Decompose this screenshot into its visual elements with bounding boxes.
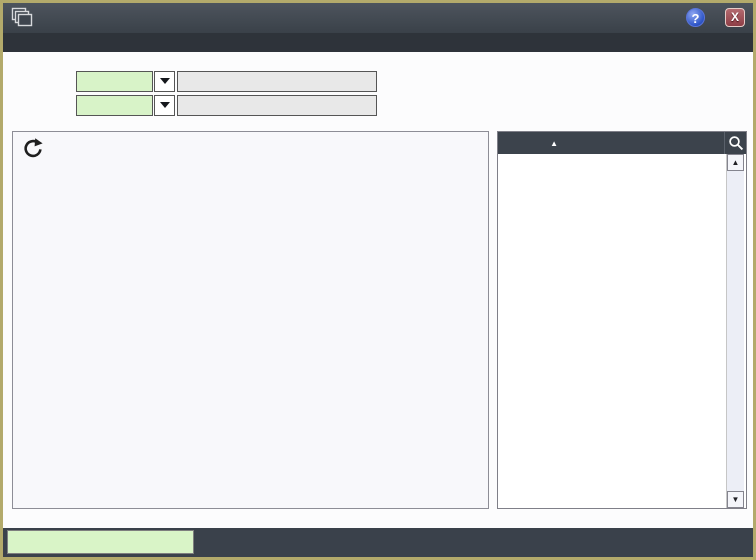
column-header-from-date[interactable] bbox=[562, 132, 632, 154]
scroll-down-icon[interactable]: ▼ bbox=[727, 491, 744, 508]
column-header-value[interactable] bbox=[632, 132, 724, 154]
table-body: ▲ ▼ bbox=[498, 154, 746, 508]
search-icon[interactable] bbox=[724, 132, 746, 154]
titlebar: ? X bbox=[3, 3, 753, 33]
dcp-factor-window: ? X ▲ bbox=[0, 0, 756, 560]
column-header-week[interactable]: ▲ bbox=[498, 132, 562, 154]
refresh-icon[interactable] bbox=[20, 137, 44, 161]
sort-ascending-icon: ▲ bbox=[546, 139, 558, 148]
table-header: ▲ bbox=[498, 132, 746, 154]
form-area bbox=[3, 52, 753, 116]
factor-dropdown-button[interactable] bbox=[154, 71, 175, 92]
factor-description bbox=[177, 71, 377, 92]
dcp-group-dropdown-button[interactable] bbox=[154, 95, 175, 116]
scroll-up-icon[interactable]: ▲ bbox=[727, 154, 744, 171]
chart-panel bbox=[12, 131, 489, 509]
dcp-group-code-input[interactable] bbox=[76, 95, 153, 116]
dcp-group-row bbox=[3, 94, 753, 116]
toolbar bbox=[3, 528, 753, 557]
chevron-down-icon bbox=[160, 102, 170, 108]
factor-code-input[interactable] bbox=[76, 71, 153, 92]
help-icon[interactable]: ? bbox=[686, 8, 705, 27]
chevron-down-icon bbox=[160, 78, 170, 84]
status-field bbox=[7, 530, 194, 554]
factor-table: ▲ ▲ ▼ bbox=[497, 131, 747, 509]
dcp-group-description bbox=[177, 95, 377, 116]
page-title bbox=[3, 33, 753, 52]
dcp-factor-chart bbox=[13, 132, 488, 508]
copy-windows-icon[interactable] bbox=[10, 7, 34, 29]
close-icon[interactable]: X bbox=[725, 8, 745, 27]
scrollbar[interactable]: ▲ ▼ bbox=[727, 154, 744, 508]
factor-row bbox=[3, 70, 753, 92]
